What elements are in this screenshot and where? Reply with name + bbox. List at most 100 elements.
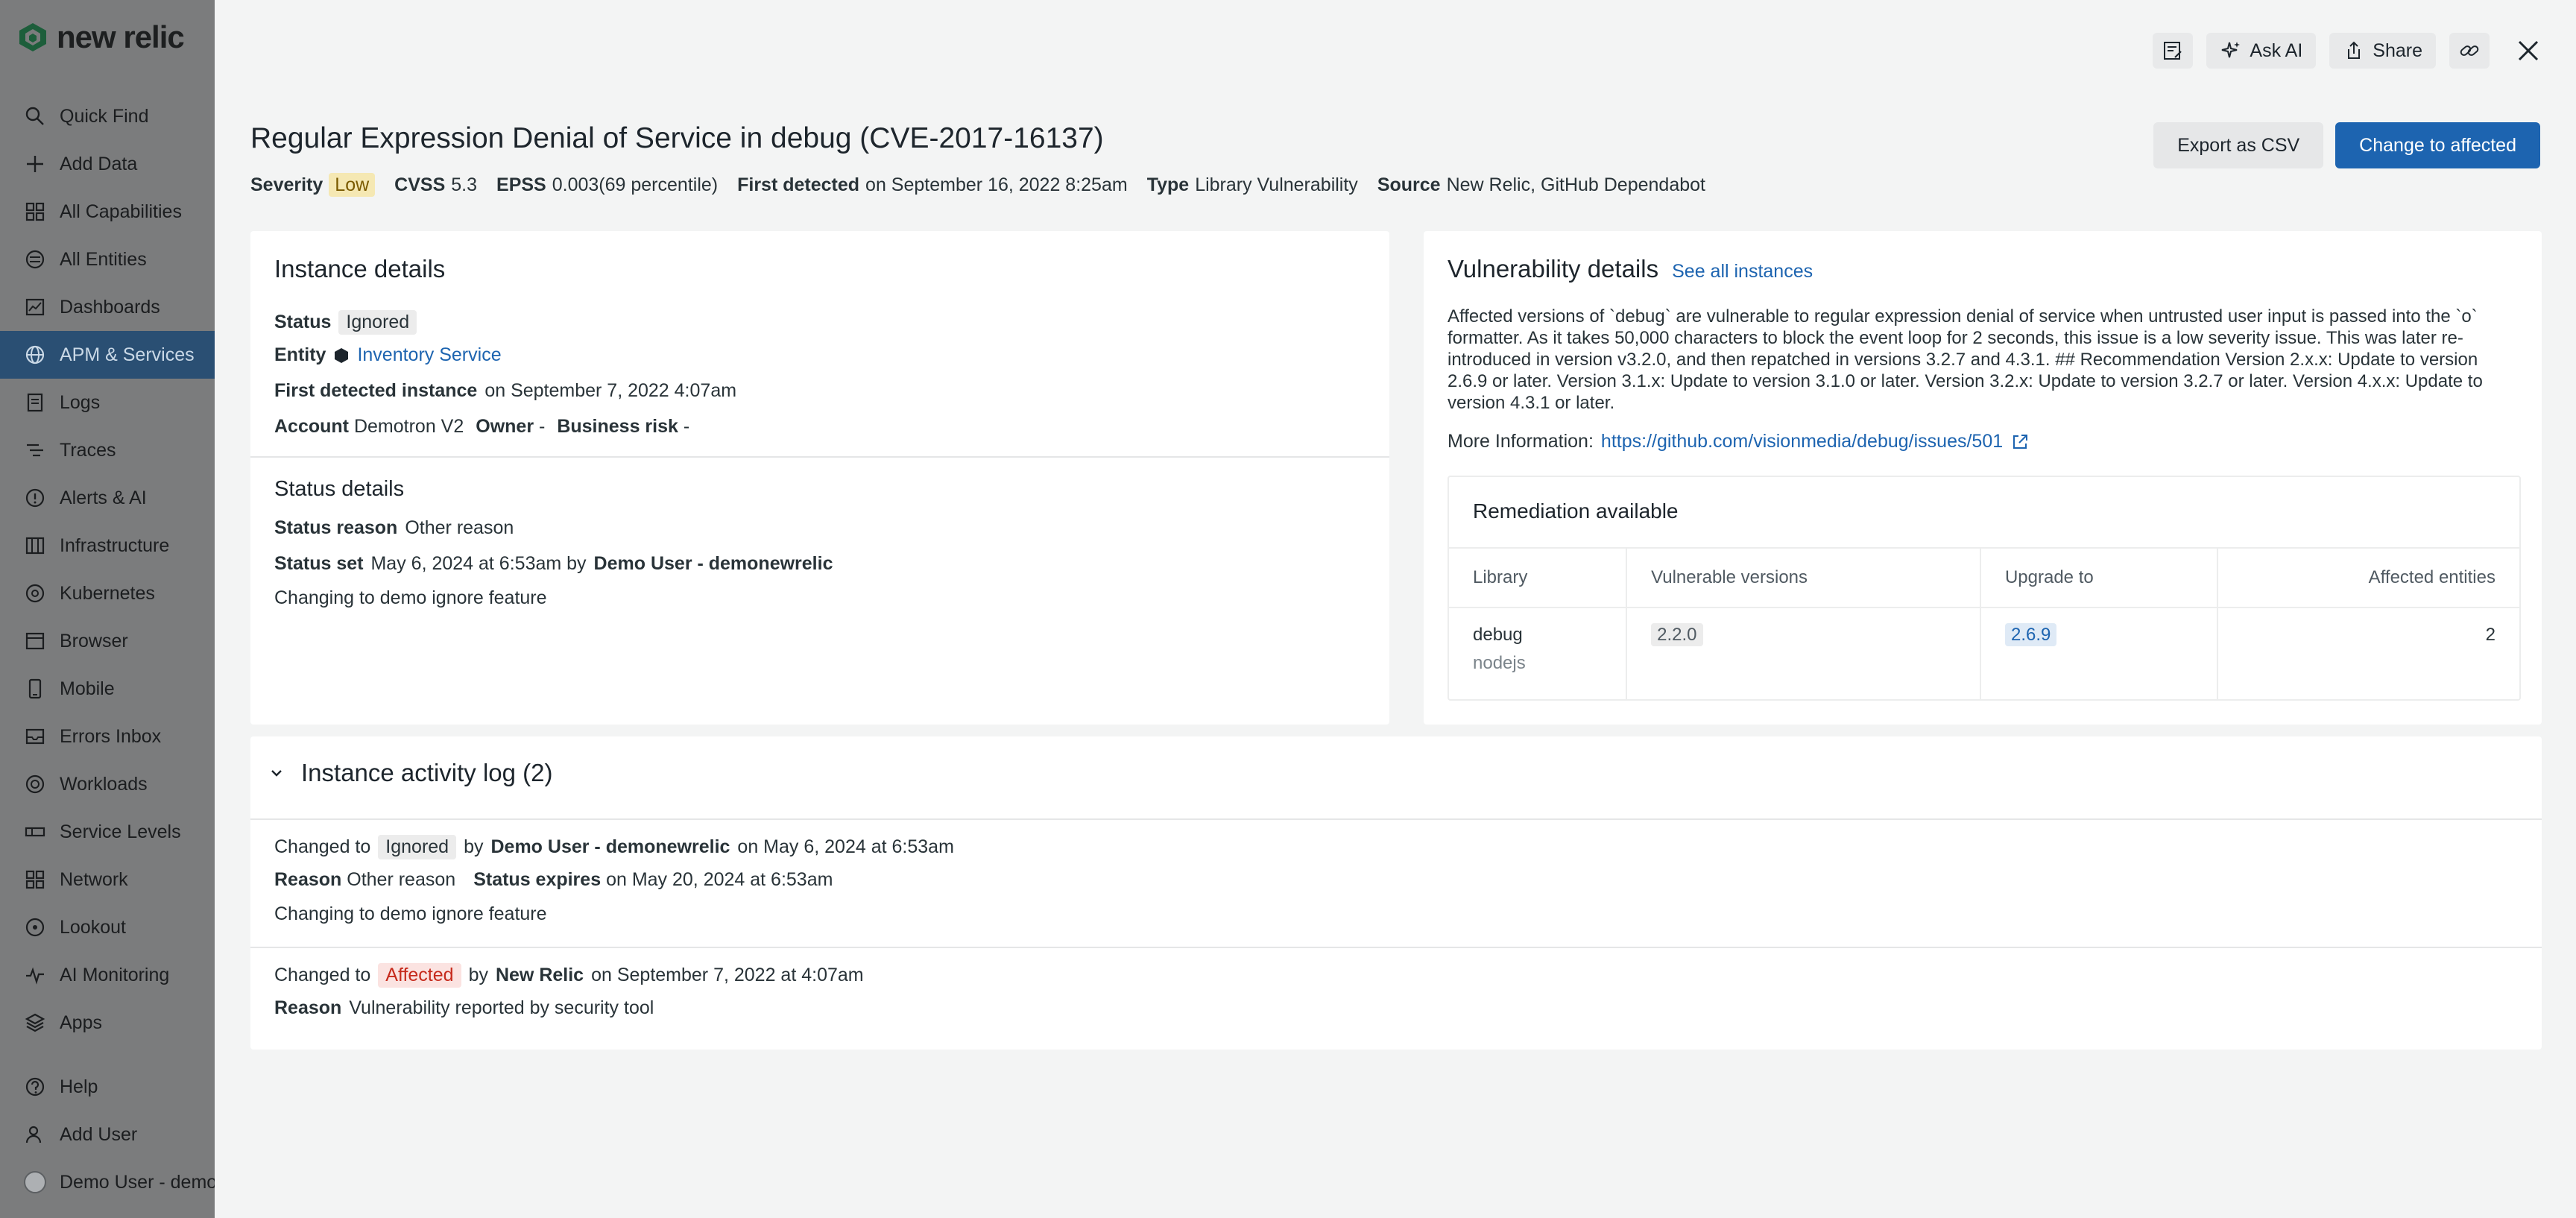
- sidebar-item-add-data[interactable]: Add Data: [0, 140, 215, 188]
- page-title: Regular Expression Denial of Service in …: [250, 122, 1104, 154]
- sidebar-item-label: Dashboards: [60, 296, 160, 318]
- service-levels-icon: [24, 821, 46, 843]
- browser-icon: [24, 630, 46, 652]
- sidebar-item-infrastructure[interactable]: Infrastructure: [0, 522, 215, 569]
- affected-entities-cell: 2: [2485, 625, 2496, 645]
- network-icon: [24, 868, 46, 891]
- ask-ai-button[interactable]: Ask AI: [2206, 33, 2317, 69]
- column-header-vulnerable-versions[interactable]: Vulnerable versions: [1626, 547, 1981, 608]
- sidebar-item-mobile[interactable]: Mobile: [0, 665, 215, 713]
- lookout-icon: [24, 916, 46, 938]
- export-csv-button[interactable]: Export as CSV: [2153, 122, 2324, 168]
- sidebar-item-label: All Entities: [60, 248, 147, 270]
- modal-toolbar: Ask AI Share: [2153, 33, 2546, 69]
- share-icon: [2348, 41, 2361, 59]
- log-entry-2-change: Changed to Affected by New Relic on Sept…: [274, 963, 864, 988]
- sidebar-item-label: Kubernetes: [60, 582, 155, 604]
- alert-icon: [24, 487, 46, 509]
- grid-icon: [24, 201, 46, 223]
- instance-entity: Entity Inventory Service: [274, 344, 502, 366]
- sidebar-item-lookout[interactable]: Lookout: [0, 903, 215, 951]
- inbox-icon: [24, 725, 46, 748]
- sidebar-item-label: Network: [60, 868, 128, 890]
- sidebar-item-all-entities[interactable]: All Entities: [0, 236, 215, 283]
- status-set: Status set May 6, 2024 at 6:53am by Demo…: [274, 553, 833, 574]
- divider: [250, 456, 1389, 458]
- sidebar-item-label: Errors Inbox: [60, 725, 162, 747]
- sidebar-item-label: Logs: [60, 391, 101, 413]
- sidebar-item-quick-find[interactable]: Quick Find: [0, 92, 215, 140]
- ask-ai-label: Ask AI: [2250, 40, 2303, 61]
- column-header-affected-entities[interactable]: Affected entities: [2217, 547, 2519, 608]
- sidebar-item-alerts-ai[interactable]: Alerts & AI: [0, 474, 215, 522]
- instance-details-card: Instance details Status Ignored Entity I…: [250, 231, 1389, 725]
- link-icon: [2460, 45, 2479, 56]
- change-to-affected-button[interactable]: Change to affected: [2335, 122, 2540, 168]
- entity-link[interactable]: Inventory Service: [357, 344, 501, 366]
- first-detected: First detected on September 16, 2022 8:25…: [737, 174, 1128, 195]
- epss: EPSS 0.003(69 percentile): [496, 174, 719, 195]
- account-owner-risk: Account Demotron V2 Owner - Business ris…: [274, 416, 690, 437]
- activity-log-toggle[interactable]: Instance activity log (2): [268, 750, 552, 796]
- remediation-title: Remediation available: [1473, 499, 1679, 523]
- vulnerable-version-cell: 2.2.0: [1626, 608, 1981, 700]
- sidebar-item-label: Browser: [60, 630, 128, 651]
- entity-hexagon-icon: [335, 347, 349, 363]
- see-all-instances-link[interactable]: See all instances: [1672, 261, 1813, 283]
- sidebar-item-kubernetes[interactable]: Kubernetes: [0, 569, 215, 617]
- mobile-icon: [24, 678, 46, 700]
- status-badge: Ignored: [338, 310, 417, 335]
- sidebar-item-browser[interactable]: Browser: [0, 617, 215, 665]
- more-information: More Information: https://github.com/vis…: [1448, 431, 2030, 452]
- external-link-icon[interactable]: [2010, 432, 2030, 452]
- more-information-link[interactable]: https://github.com/visionmedia/debug/iss…: [1601, 431, 2003, 452]
- sidebar-item-logs[interactable]: Logs: [0, 379, 215, 426]
- log-entry-1-reason: Reason Other reason Status expires on Ma…: [274, 869, 833, 890]
- status-reason: Status reason Other reason: [274, 517, 514, 538]
- sidebar-item-apps[interactable]: Apps: [0, 999, 215, 1047]
- sidebar-item-errors-inbox[interactable]: Errors Inbox: [0, 713, 215, 760]
- divider: [250, 818, 2542, 820]
- sparkle-icon: [2222, 42, 2241, 58]
- severity: Severity Low: [250, 173, 376, 197]
- notes-button[interactable]: [2153, 33, 2194, 69]
- apps-icon: [24, 1012, 46, 1034]
- status-badge: Ignored: [378, 835, 457, 859]
- ai-monitoring-icon: [24, 964, 46, 986]
- sidebar-item-workloads[interactable]: Workloads: [0, 760, 215, 808]
- sidebar-item-help[interactable]: Help: [0, 1063, 215, 1111]
- sidebar-item-label: Service Levels: [60, 821, 181, 842]
- column-header-library[interactable]: Library: [1449, 547, 1628, 608]
- sidebar-item-label: Help: [60, 1076, 98, 1097]
- copy-link-button[interactable]: [2449, 33, 2490, 69]
- first-detected-instance: First detected instance on September 7, …: [274, 380, 737, 401]
- share-label: Share: [2373, 40, 2422, 61]
- traces-icon: [24, 439, 46, 461]
- logs-icon: [24, 391, 46, 414]
- remediation-table: Library Vulnerable versions Upgrade to A…: [1449, 547, 2519, 700]
- sidebar-item-all-capabilities[interactable]: All Capabilities: [0, 188, 215, 236]
- add-user-icon: [24, 1123, 46, 1146]
- sidebar-item-ai-monitoring[interactable]: AI Monitoring: [0, 951, 215, 999]
- sidebar-item-label: Lookout: [60, 916, 126, 938]
- close-button[interactable]: [2510, 33, 2546, 69]
- divider: [250, 947, 2542, 948]
- sidebar-item-user-menu[interactable]: Demo User - demo: [0, 1158, 217, 1206]
- sidebar-item-network[interactable]: Network: [0, 856, 215, 903]
- table-row: debug nodejs 2.2.0 2.6.9 2: [1449, 608, 2519, 700]
- status-badge: Affected: [378, 963, 461, 988]
- column-header-upgrade-to[interactable]: Upgrade to: [1980, 547, 2218, 608]
- upgrade-version-cell: 2.6.9: [1980, 608, 2218, 700]
- sidebar-item-add-user[interactable]: Add User: [0, 1111, 215, 1158]
- activity-log-title: Instance activity log (2): [301, 759, 553, 786]
- sidebar-item-traces[interactable]: Traces: [0, 426, 215, 474]
- globe-icon: [24, 344, 46, 366]
- sidebar-item-dashboards[interactable]: Dashboards: [0, 283, 215, 331]
- instance-details-title: Instance details: [274, 255, 446, 283]
- entities-icon: [24, 248, 46, 271]
- sidebar-item-label: Infrastructure: [60, 534, 170, 556]
- new-relic-logo[interactable]: new relic: [16, 16, 185, 58]
- sidebar-item-service-levels[interactable]: Service Levels: [0, 808, 215, 856]
- sidebar-item-apm-services[interactable]: APM & Services: [0, 331, 215, 379]
- share-button[interactable]: Share: [2329, 33, 2436, 69]
